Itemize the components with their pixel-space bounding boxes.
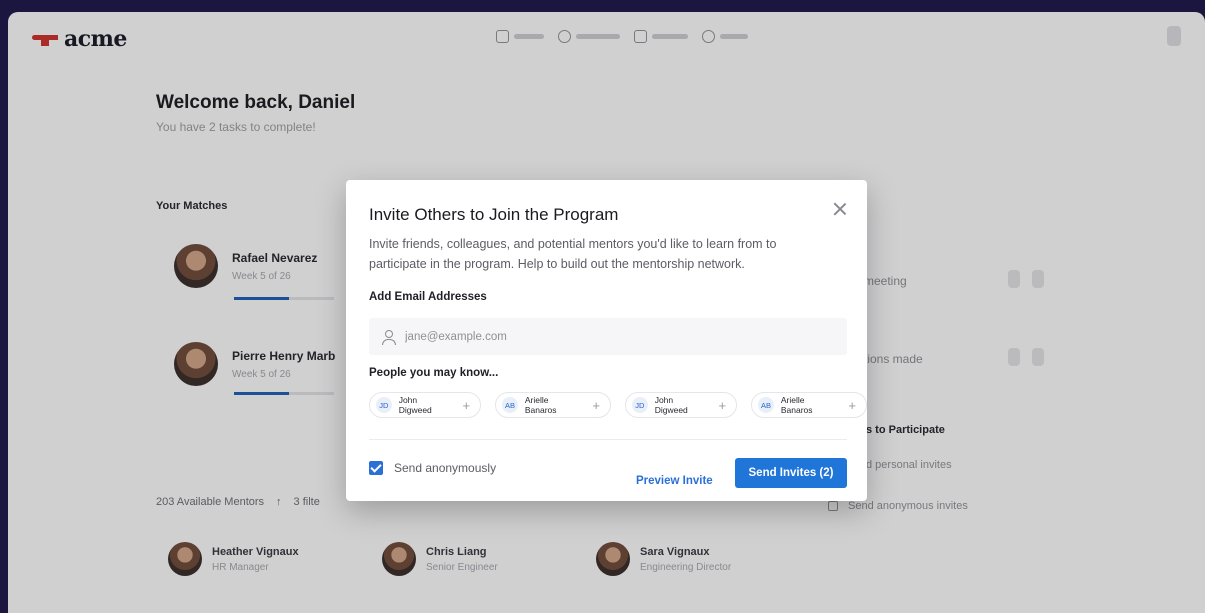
person-chip[interactable]: JD John Digweed + <box>625 392 738 418</box>
person-initials: AB <box>758 397 774 413</box>
person-initials: JD <box>632 397 648 413</box>
people-label: People you may know... <box>369 367 499 379</box>
send-anonymously-label: Send anonymously <box>394 461 497 475</box>
send-invites-button[interactable]: Send Invites (2) <box>735 458 847 488</box>
email-input[interactable] <box>405 330 825 343</box>
person-name: Arielle Banaros <box>524 395 557 415</box>
plus-icon[interactable]: + <box>719 398 727 413</box>
people-suggestions: JD John Digweed + AB Arielle Banaros + J… <box>369 392 867 418</box>
person-initials: AB <box>502 397 518 413</box>
modal-title: Invite Others to Join the Program <box>369 205 619 224</box>
plus-icon[interactable]: + <box>463 398 471 413</box>
person-name: Arielle Banaros <box>780 395 813 415</box>
send-anonymously-checkbox[interactable]: Send anonymously <box>369 461 496 475</box>
email-field[interactable] <box>369 318 847 355</box>
plus-icon[interactable]: + <box>848 398 856 413</box>
modal-description: Invite friends, colleagues, and potentia… <box>369 237 777 271</box>
invite-modal: Invite Others to Join the Program Invite… <box>346 180 867 501</box>
person-chip[interactable]: AB Arielle Banaros + <box>751 392 867 418</box>
email-label: Add Email Addresses <box>369 291 487 303</box>
person-initials: JD <box>376 397 392 413</box>
person-chip[interactable]: AB Arielle Banaros + <box>495 392 611 418</box>
close-icon[interactable] <box>832 201 848 217</box>
plus-icon[interactable]: + <box>592 398 600 413</box>
checkbox-checked-icon[interactable] <box>369 461 383 475</box>
app-window: acme Welcome back, Daniel You have 2 tas… <box>8 12 1205 613</box>
person-name: John Digweed <box>398 395 432 415</box>
person-name: John Digweed <box>654 395 688 415</box>
preview-invite-button[interactable]: Preview Invite <box>636 475 713 487</box>
divider <box>369 439 847 440</box>
person-icon <box>381 329 396 345</box>
person-chip[interactable]: JD John Digweed + <box>369 392 482 418</box>
